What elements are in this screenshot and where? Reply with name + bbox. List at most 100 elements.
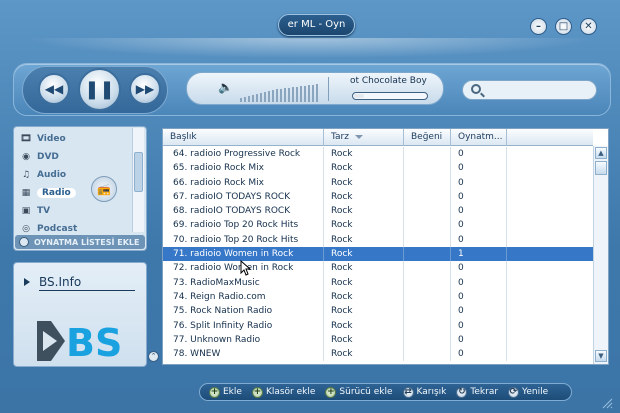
cell-rating [404, 161, 451, 176]
cell-title: 65. radioio Rock Mix [163, 161, 324, 176]
cell-genre: Rock [324, 175, 404, 190]
cell-title: 68. radioIO TODAYS ROCK [163, 204, 324, 219]
bs-logo: BS [37, 321, 122, 363]
tv-icon: ▣ [21, 206, 31, 216]
collapse-panel-button[interactable]: ⌃ [148, 351, 159, 362]
sidebar-item-video[interactable]: 🎞 Video [17, 130, 133, 148]
maximize-icon[interactable]: □ [555, 18, 572, 35]
sidebar-item-audio[interactable]: ♫ Audio [17, 166, 133, 184]
close-icon[interactable]: ✕ [580, 18, 597, 35]
table-row[interactable]: 75. Rock Nation Radio Rock 0 [163, 304, 593, 319]
progress-fill [354, 94, 364, 98]
table-row[interactable]: 72. radioio Women in Rock Rock 0 [163, 261, 593, 276]
table-row[interactable]: 70. radioio Top 20 Rock Hits Rock 0 [163, 232, 593, 248]
cell-title: 70. radioio Top 20 Rock Hits [163, 232, 324, 248]
table-row[interactable]: 64. radioio Progressive Rock Rock 0 [163, 147, 593, 162]
cell-rating [404, 175, 451, 190]
column-genre-label: Tarz [331, 132, 349, 142]
sidebar-item-tv[interactable]: ▣ TV [17, 202, 133, 220]
volume-slider[interactable] [240, 84, 318, 102]
table-row[interactable]: 77. Unknown Radio Rock 0 [163, 332, 593, 348]
cell-rating [404, 232, 451, 248]
expand-arrow-icon[interactable] [24, 278, 30, 286]
minimize-icon[interactable]: – [530, 18, 547, 35]
progress-bar[interactable] [352, 92, 428, 100]
search-input[interactable] [489, 83, 589, 97]
resize-grip-icon[interactable] [601, 397, 613, 409]
table-body: 64. radioio Progressive Rock Rock 0 65. rad… [163, 147, 593, 362]
table-row[interactable]: 73. RadioMaxMusic Rock 0 [163, 275, 593, 290]
table-row[interactable]: 78. WNEW Rock 0 [163, 347, 593, 362]
column-rating[interactable]: Beğeni [404, 129, 451, 146]
column-title-label: Başlık [170, 132, 197, 142]
cell-rating [404, 218, 451, 233]
column-title[interactable]: Başlık [163, 129, 324, 146]
table-row[interactable]: 65. radioio Rock Mix Rock 0 [163, 161, 593, 176]
add-drive-label: Sürücü ekle [339, 387, 393, 397]
table-scrollbar[interactable]: ▲ ▼ [593, 146, 608, 364]
shuffle-icon: ⇄ [402, 386, 414, 398]
search-box[interactable] [462, 80, 597, 100]
cell-title: 64. radioio Progressive Rock [163, 147, 324, 162]
shuffle-button[interactable]: ⇄ Karışık [402, 386, 446, 398]
add-drive-button[interactable]: + Sürücü ekle [325, 386, 393, 398]
sidebar-scrollbar[interactable] [132, 128, 144, 232]
window-title: er ML - Oyn [278, 14, 355, 36]
repeat-button[interactable]: ↻ Tekrar [456, 386, 498, 398]
table-row[interactable]: 76. Split Infinity Radio Rock 0 [163, 318, 593, 333]
cell-genre: Rock [324, 204, 404, 219]
add-folder-label: Klasör ekle [265, 387, 316, 397]
scroll-down-icon[interactable]: ▼ [595, 350, 607, 362]
sidebar-item-label: DVD [37, 152, 59, 162]
cell-title: 74. Reign Radio.com [163, 289, 324, 305]
cell-plays: 0 [451, 261, 507, 276]
scroll-up-icon[interactable]: ▲ [595, 147, 607, 159]
fast-forward-button[interactable]: ▶▶ [129, 73, 161, 105]
pause-icon: ❚❚ [84, 79, 115, 100]
video-icon: 🎞 [20, 134, 32, 144]
cell-plays: 1 [451, 247, 507, 262]
cell-plays: 0 [451, 347, 507, 362]
add-folder-button[interactable]: + Klasör ekle [251, 386, 316, 398]
sidebar-scroll-thumb[interactable] [134, 152, 143, 192]
table-row[interactable]: 68. radioIO TODAYS ROCK Rock 0 [163, 204, 593, 219]
cell-genre: Rock [324, 347, 404, 362]
info-divider [39, 290, 135, 291]
playlist-table: Başlık Tarz Beğeni Oynatm... 64. radioio… [162, 128, 609, 365]
cell-title: 73. RadioMaxMusic [163, 275, 324, 290]
pause-button[interactable]: ❚❚ [78, 68, 121, 111]
table-scroll-thumb[interactable] [595, 161, 607, 175]
add-button[interactable]: + Ekle [209, 386, 242, 398]
cell-genre: Rock [324, 318, 404, 333]
cell-genre: Rock [324, 332, 404, 348]
cell-plays: 0 [451, 332, 507, 348]
title-bar-glow [0, 38, 620, 60]
mouse-cursor-icon [240, 260, 252, 276]
cell-plays: 0 [451, 161, 507, 176]
radio-knob-icon[interactable]: 📻 [91, 176, 117, 202]
add-playlist-button[interactable]: OYNATMA LİSTESİ EKLE [15, 235, 145, 249]
table-row[interactable]: 69. radioio Top 20 Rock Hits Rock 0 [163, 218, 593, 233]
column-plays[interactable]: Oynatm... [451, 129, 507, 146]
bs-logo-text: BS [66, 321, 122, 363]
bottom-toolbar: + Ekle + Klasör ekle + Sürücü ekle ⇄ Karışık… [199, 383, 572, 401]
table-row[interactable]: 74. Reign Radio.com Rock 0 [163, 289, 593, 305]
cell-genre: Rock [324, 232, 404, 248]
cell-plays: 0 [451, 304, 507, 319]
add-drive-icon: + [325, 386, 337, 398]
table-row[interactable]: 67. radioIO TODAYS ROCK Rock 0 [163, 189, 593, 205]
column-genre[interactable]: Tarz [324, 129, 404, 146]
sort-down-icon [354, 134, 363, 139]
table-row[interactable]: 71. radioio Women in Rock Rock 1 [163, 247, 593, 262]
cell-rating [404, 275, 451, 290]
cell-rating [404, 261, 451, 276]
rewind-button[interactable]: ◀◀ [38, 73, 70, 105]
cell-rating [404, 247, 451, 262]
app-window: er ML - Oyn – □ ✕ ◀◀ ❚❚ ▶▶ 🔈 ot Chocolat… [0, 0, 620, 413]
repeat-icon: ↻ [456, 386, 468, 398]
table-row[interactable]: 66. radioio Rock Mix Rock 0 [163, 175, 593, 190]
refresh-button[interactable]: ⟳ Yenile [508, 386, 548, 398]
cell-plays: 0 [451, 147, 507, 162]
sidebar-item-dvd[interactable]: ◉ DVD [17, 148, 133, 166]
radio-icon: ▦ [21, 188, 31, 198]
